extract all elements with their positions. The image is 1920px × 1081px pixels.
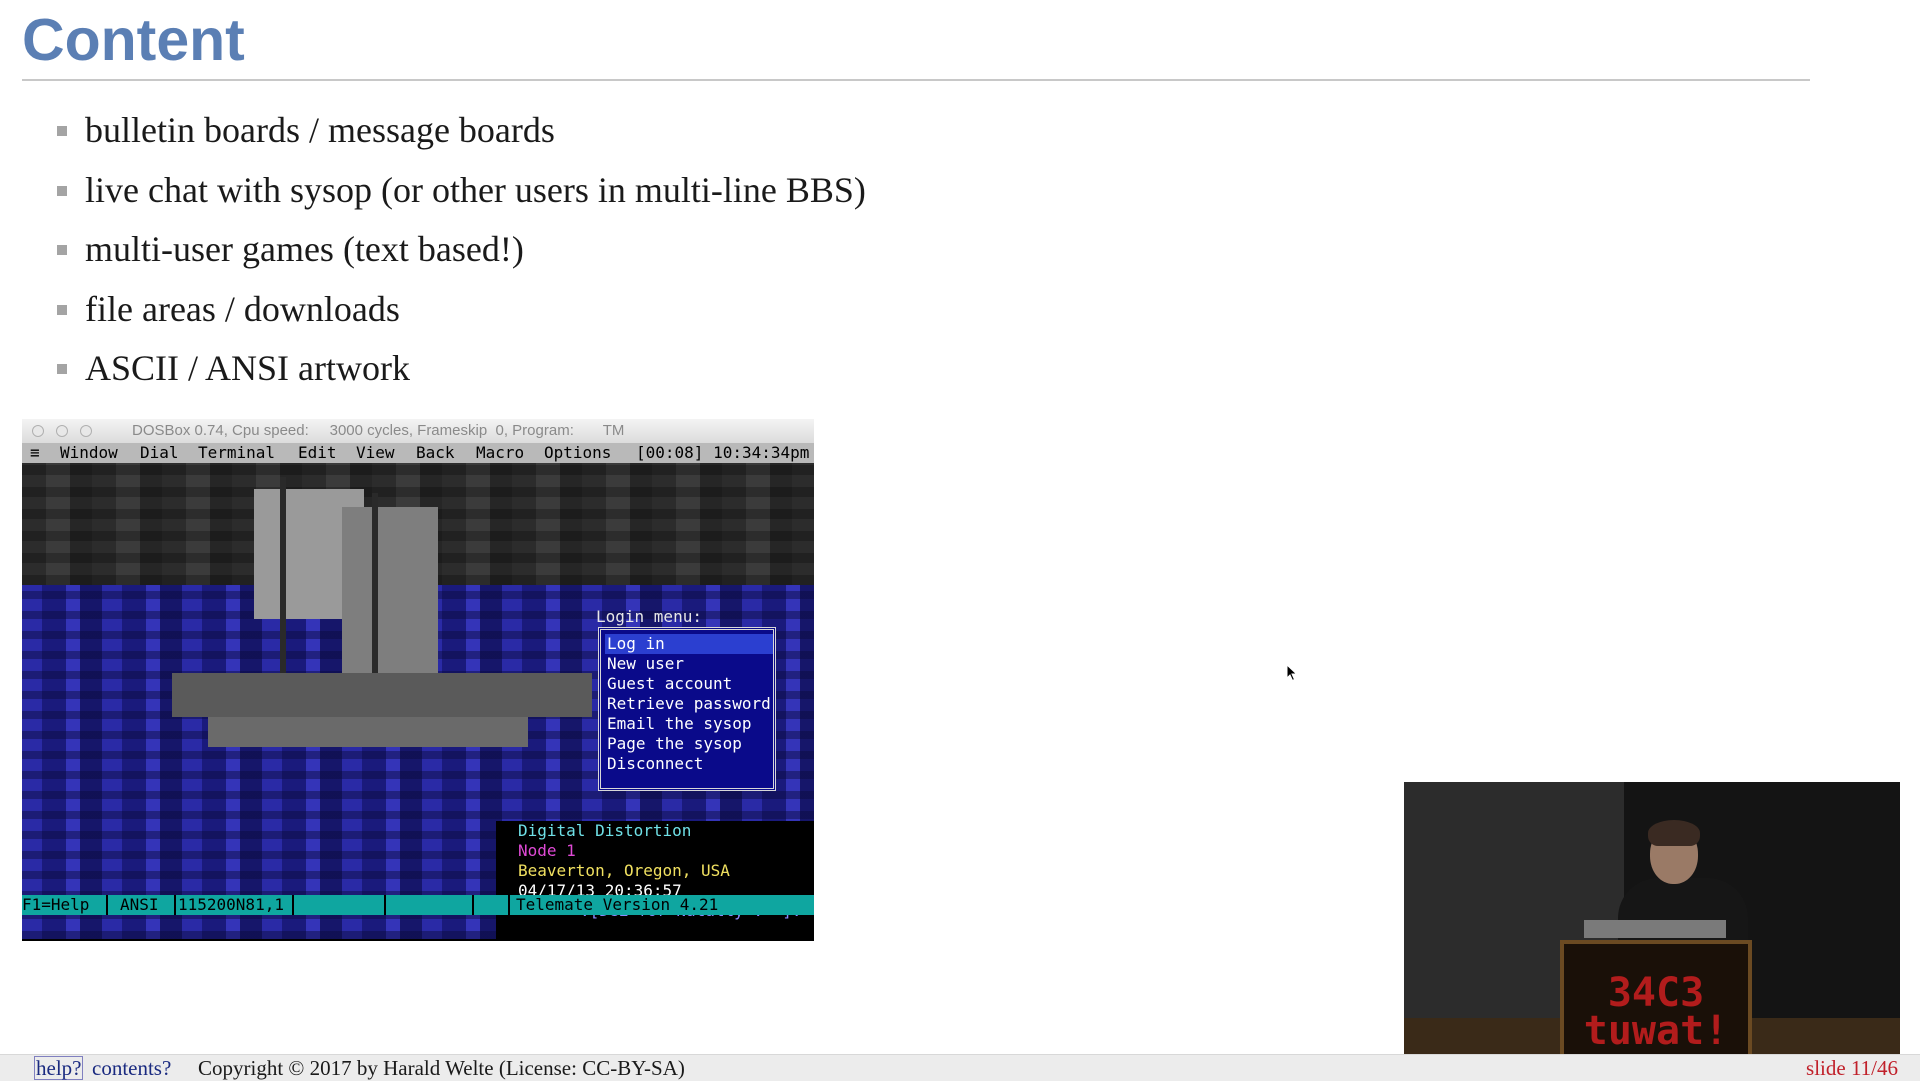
telemate-menubar: ≡ Window Dial Terminal Edit View Back Ma… — [22, 443, 814, 463]
bullet-item: live chat with sysop (or other users in … — [0, 162, 866, 222]
bullet-text: file areas / downloads — [85, 288, 400, 329]
login-option-page-sysop: Page the sysop — [607, 734, 742, 753]
menu-edit: Edit — [298, 443, 337, 462]
bullet-marker — [57, 126, 67, 136]
bbs-node: Node 1 — [518, 841, 576, 860]
dosbox-screenshot: DOSBox 0.74, Cpu speed: 3000 cycles, Fra… — [22, 419, 814, 941]
slide-title: Content — [22, 7, 245, 73]
copyright-notice: Copyright © 2017 by Harald Welte (Licens… — [198, 1056, 685, 1080]
menu-window: Window — [60, 443, 118, 462]
menu-dial: Dial — [140, 443, 179, 462]
login-menu: Log in New user Guest account Retrieve p… — [598, 627, 776, 791]
status-speed: 115200N81,1 — [178, 895, 284, 914]
bullet-text: live chat with sysop (or other users in … — [85, 169, 866, 210]
login-menu-label: Login menu: — [596, 607, 702, 626]
slide-number: slide 11/46 — [1806, 1056, 1898, 1080]
podium: 34C3 tuwat! — [1560, 940, 1752, 1060]
menu-clock: [00:08] 10:34:34pm — [636, 443, 810, 462]
status-version: Telemate Version 4.21 — [516, 895, 719, 914]
bullet-item: file areas / downloads — [0, 281, 866, 341]
status-emulation: ANSI — [120, 895, 159, 914]
slide-footer: help? contents? Copyright © 2017 by Hara… — [0, 1054, 1920, 1081]
bullet-list: bulletin boards / message boards live ch… — [0, 102, 866, 400]
bullet-item: multi-user games (text based!) — [0, 221, 866, 281]
bbs-info-panel: Digital Distortion Node 1 Beaverton, Ore… — [496, 821, 814, 939]
congress-logo: 34C3 tuwat! — [1583, 970, 1729, 1054]
bullet-item: ASCII / ANSI artwork — [0, 340, 866, 400]
dosbox-titlebar: DOSBox 0.74, Cpu speed: 3000 cycles, Fra… — [22, 419, 814, 443]
menu-terminal: Terminal — [198, 443, 276, 462]
ship-hull — [172, 673, 592, 717]
menu-back: Back — [416, 443, 455, 462]
bullet-marker — [57, 185, 67, 196]
bullet-marker — [57, 304, 67, 315]
ship-hull — [208, 717, 528, 747]
podium-sign — [1584, 920, 1726, 938]
menu-macro: Macro — [476, 443, 525, 462]
close-window-icon — [32, 425, 44, 437]
menu-icon: ≡ — [30, 443, 40, 462]
bullet-marker — [57, 245, 67, 255]
login-option-guest: Guest account — [607, 674, 733, 693]
bullet-text: bulletin boards / message boards — [85, 110, 555, 150]
contents-link[interactable]: contents? — [92, 1055, 171, 1081]
bbs-location: Beaverton, Oregon, USA — [518, 861, 730, 880]
minimize-window-icon — [56, 425, 68, 437]
menu-view: View — [356, 443, 395, 462]
ship-mast — [372, 493, 378, 683]
bullet-text: multi-user games (text based!) — [85, 229, 524, 269]
status-help: F1=Help — [22, 895, 90, 914]
dosbox-title: DOSBox 0.74, Cpu speed: 3000 cycles, Fra… — [132, 422, 625, 439]
speaker-video: 34C3 tuwat! — [1404, 782, 1900, 1060]
bullet-item: bulletin boards / message boards — [0, 102, 866, 162]
login-option-new-user: New user — [607, 654, 685, 673]
telemate-status-bar: F1=Help ANSI 115200N81,1 Telemate Versio… — [22, 895, 814, 915]
bullet-marker — [57, 364, 67, 374]
ship-mast — [280, 477, 286, 677]
bbs-name: Digital Distortion — [518, 821, 692, 840]
login-option-email-sysop: Email the sysop — [607, 714, 752, 733]
mouse-cursor-icon — [1286, 664, 1298, 682]
ship-sail — [342, 507, 438, 677]
login-option-disconnect: Disconnect — [607, 754, 704, 773]
ansi-art-screen: Login menu: Log in New user Guest accoun… — [22, 463, 814, 939]
help-link[interactable]: help? — [34, 1056, 84, 1080]
bullet-text: ASCII / ANSI artwork — [85, 348, 410, 388]
login-option-log-in: Log in — [605, 634, 773, 654]
title-divider — [22, 79, 1810, 81]
menu-options: Options — [544, 443, 612, 462]
login-option-retrieve-password: Retrieve password — [607, 694, 771, 713]
zoom-window-icon — [80, 425, 92, 437]
